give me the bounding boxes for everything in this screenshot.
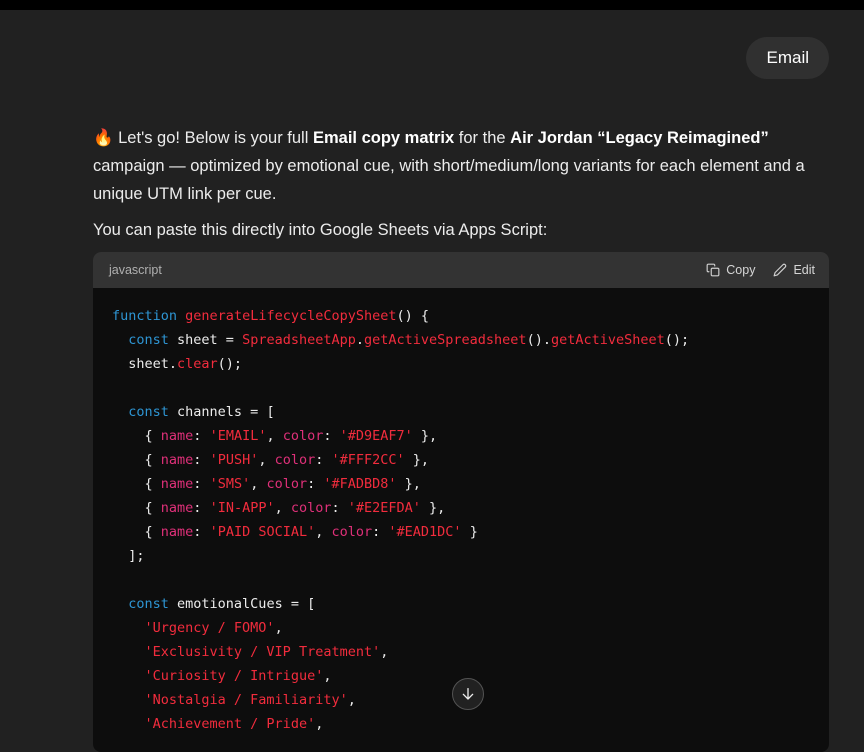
code-line: { name: 'EMAIL', color: '#D9EAF7' }, bbox=[112, 424, 813, 448]
scroll-to-bottom-button[interactable] bbox=[452, 678, 484, 710]
copy-code-button[interactable]: Copy bbox=[706, 263, 755, 277]
edit-button-label: Edit bbox=[793, 263, 815, 277]
copy-icon bbox=[706, 263, 720, 277]
chat-area: Email 🔥 Let's go! Below is your full Ema… bbox=[0, 37, 864, 752]
code-line: sheet.clear(); bbox=[112, 352, 813, 376]
code-line: 'Urgency / FOMO', bbox=[112, 616, 813, 640]
code-line: function generateLifecycleCopySheet() { bbox=[112, 304, 813, 328]
code-line: const emotionalCues = [ bbox=[112, 592, 813, 616]
user-message-bubble: Email bbox=[746, 37, 829, 79]
assistant-paragraph-2: You can paste this directly into Google … bbox=[93, 216, 829, 244]
arrow-down-icon bbox=[460, 686, 476, 702]
code-line: 'Exclusivity / VIP Treatment', bbox=[112, 640, 813, 664]
assistant-message: 🔥 Let's go! Below is your full Email cop… bbox=[93, 124, 829, 752]
code-line: ]; bbox=[112, 544, 813, 568]
user-message-row: Email bbox=[93, 37, 829, 79]
edit-icon bbox=[773, 263, 787, 277]
code-line bbox=[112, 568, 813, 592]
code-line: 'Achievement / Pride', bbox=[112, 712, 813, 736]
edit-code-button[interactable]: Edit bbox=[773, 263, 815, 277]
copy-button-label: Copy bbox=[726, 263, 755, 277]
assistant-paragraph-1: 🔥 Let's go! Below is your full Email cop… bbox=[93, 124, 829, 208]
code-line: { name: 'PAID SOCIAL', color: '#EAD1DC' … bbox=[112, 520, 813, 544]
code-block-header: javascript Copy Edit bbox=[93, 252, 829, 288]
code-line: { name: 'SMS', color: '#FADBD8' }, bbox=[112, 472, 813, 496]
code-language-label: javascript bbox=[109, 256, 162, 284]
code-line: { name: 'PUSH', color: '#FFF2CC' }, bbox=[112, 448, 813, 472]
user-message-text: Email bbox=[766, 48, 809, 67]
code-actions: Copy Edit bbox=[706, 263, 815, 277]
code-line bbox=[112, 376, 813, 400]
code-line: { name: 'IN-APP', color: '#E2EFDA' }, bbox=[112, 496, 813, 520]
window-top-edge bbox=[0, 0, 864, 10]
code-line: const channels = [ bbox=[112, 400, 813, 424]
code-block: javascript Copy Edit bbox=[93, 252, 829, 752]
code-line: const sheet = SpreadsheetApp.getActiveSp… bbox=[112, 328, 813, 352]
